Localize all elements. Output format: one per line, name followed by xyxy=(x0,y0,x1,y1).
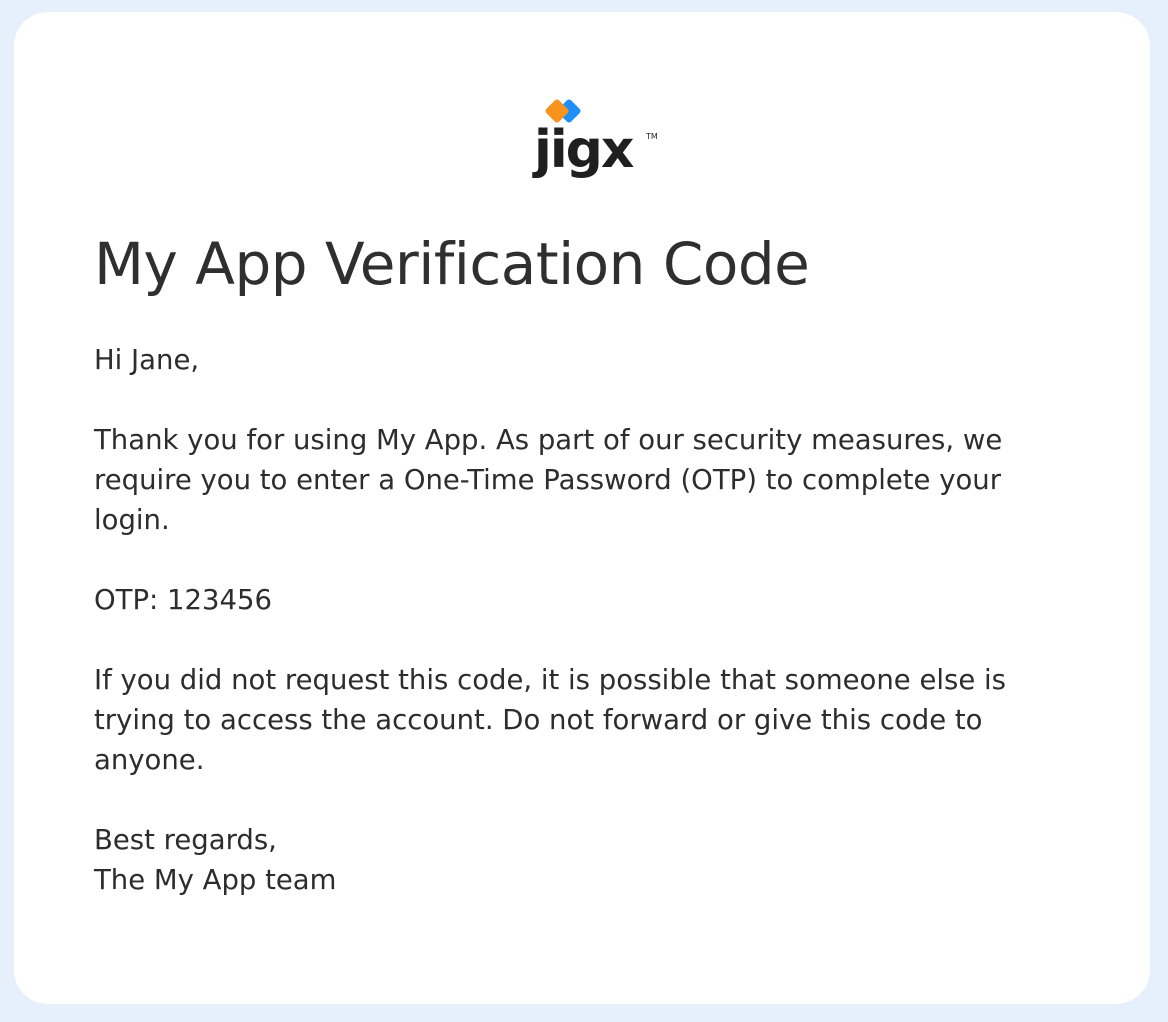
jigx-logo: jigx TM xyxy=(534,99,658,186)
email-card: jigx TM My App Verification Code Hi Jane… xyxy=(14,12,1150,1004)
trademark-mark: TM xyxy=(646,132,658,141)
email-body: Hi Jane, Thank you for using My App. As … xyxy=(94,340,1084,900)
intro-paragraph: Thank you for using My App. As part of o… xyxy=(94,424,1003,536)
greeting-text: Hi Jane, xyxy=(94,344,200,376)
warning-paragraph: If you did not request this code, it is … xyxy=(94,664,1006,776)
email-title: My App Verification Code xyxy=(94,230,810,298)
logo-wordmark: jigx xyxy=(534,120,634,180)
signoff-line-1: Best regards, xyxy=(94,824,277,856)
signoff-line-2: The My App team xyxy=(94,864,337,896)
otp-code-text: OTP: 123456 xyxy=(94,584,273,616)
